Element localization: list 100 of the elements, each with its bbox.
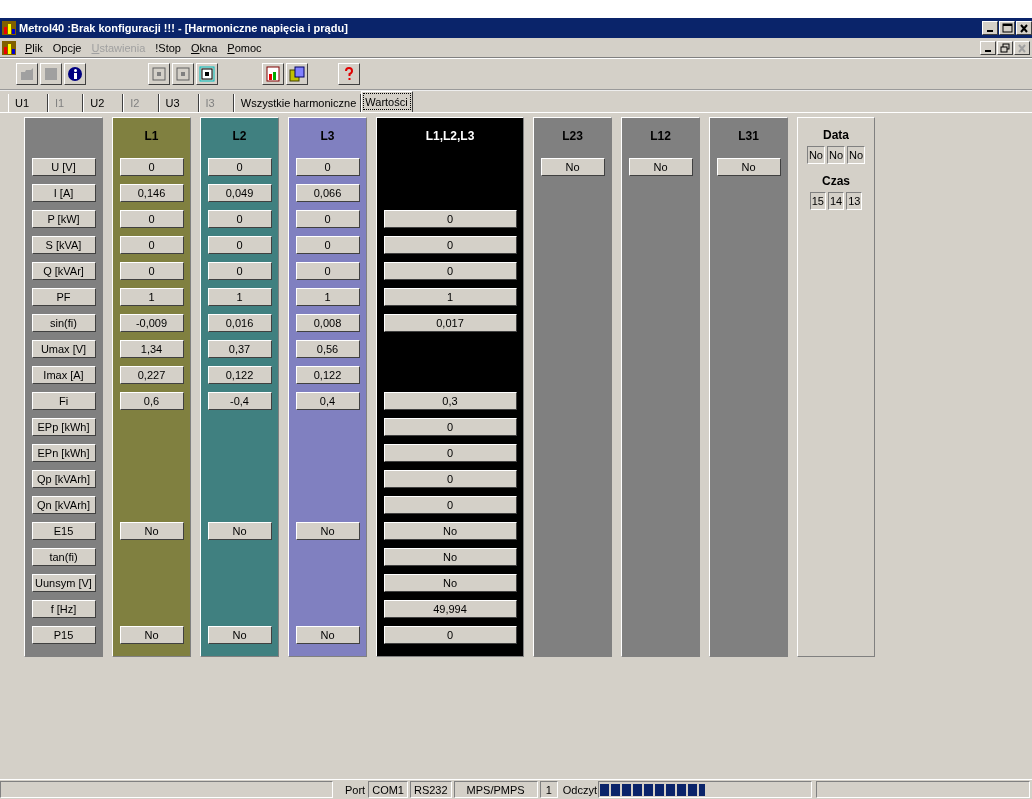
toolbar-button[interactable]: [16, 63, 38, 85]
value-field: 0: [383, 262, 517, 280]
value-field: 0,008: [295, 314, 360, 332]
value-field: -0,009: [119, 314, 184, 332]
value-field: No: [207, 522, 272, 540]
column-header: L31: [737, 128, 760, 145]
value-field: 14: [827, 192, 845, 210]
value-field: 0,017: [383, 314, 517, 332]
document-icon: [289, 66, 305, 82]
value-field: 1: [207, 288, 272, 306]
value-field: No: [295, 626, 360, 644]
row-label: PF: [31, 288, 96, 306]
value-field: 0: [383, 210, 517, 228]
value-field: 0,6: [119, 392, 184, 410]
value-field: 0: [295, 158, 360, 176]
frame-icon: [175, 66, 191, 82]
maximize-icon: [1001, 23, 1013, 33]
folder-icon: [19, 66, 35, 82]
menu-item[interactable]: !Stop: [150, 41, 186, 54]
row-label: Imax [A]: [31, 366, 96, 384]
info-icon: [67, 66, 83, 82]
row-label: Q [kVAr]: [31, 262, 96, 280]
value-field: 0: [295, 210, 360, 228]
menu-item[interactable]: Plik: [20, 41, 48, 54]
restore-button[interactable]: [997, 40, 1013, 55]
row-label: P [kW]: [31, 210, 96, 228]
toolbar-button[interactable]: [338, 63, 360, 85]
column-header: L1,L2,L3: [424, 128, 476, 145]
value-field: 0,3: [383, 392, 517, 410]
tab[interactable]: Wartości: [361, 91, 413, 112]
panel-label: Data: [823, 127, 849, 144]
value-field: No: [383, 522, 517, 540]
row-label: U [V]: [31, 158, 96, 176]
window-title: Metrol40 :Brak konfiguracji !!! - [Harmoniczne napięcia i prądu]: [19, 22, 349, 34]
toolbar-button[interactable]: [64, 63, 86, 85]
row-label: f [Hz]: [31, 600, 96, 618]
value-field: No: [383, 574, 517, 592]
menu-item[interactable]: Okna: [186, 41, 223, 54]
status-panel: COM1: [368, 781, 408, 798]
minimize-button[interactable]: [982, 21, 998, 35]
value-field: 1: [295, 288, 360, 306]
row-label: EPp [kWh]: [31, 418, 96, 436]
value-field: 1,34: [119, 340, 184, 358]
minimize-button[interactable]: [980, 40, 996, 55]
value-field: 0: [207, 262, 272, 280]
value-field: No: [295, 522, 360, 540]
value-field: 0,049: [207, 184, 272, 202]
toolbar-button[interactable]: [172, 63, 194, 85]
tab[interactable]: U2: [83, 94, 124, 112]
toolbar-button[interactable]: [196, 63, 218, 85]
toolbar-button[interactable]: [148, 63, 170, 85]
row-label: sin(fi): [31, 314, 96, 332]
status-label: Port: [344, 782, 367, 798]
value-field: 1: [383, 288, 517, 306]
value-field: 0,016: [207, 314, 272, 332]
value-field: 0: [383, 626, 517, 644]
value-field: 0: [119, 262, 184, 280]
value-field: 0: [119, 236, 184, 254]
value-field: 0: [383, 470, 517, 488]
menu-item[interactable]: Pomoc: [222, 41, 267, 54]
value-field: 0: [207, 158, 272, 176]
toolbar-button[interactable]: [262, 63, 284, 85]
value-field: No: [540, 158, 605, 176]
row-label: E15: [31, 522, 96, 540]
value-field: 49,994: [383, 600, 517, 618]
status-panel: RS232: [409, 781, 452, 798]
tab[interactable]: Wszystkie harmoniczne: [233, 94, 362, 112]
value-field: 0,56: [295, 340, 360, 358]
frame-icon: [151, 66, 167, 82]
column-header: L12: [649, 128, 672, 145]
value-field: No: [826, 146, 846, 164]
row-label: Uunsym [V]: [31, 574, 96, 592]
toolbar-button[interactable]: [286, 63, 308, 85]
maximize-button[interactable]: [999, 21, 1015, 35]
panel-label: Czas: [822, 173, 850, 190]
close-button[interactable]: [1014, 40, 1030, 55]
status-panel: 1: [539, 781, 558, 798]
menu-item[interactable]: Opcje: [47, 41, 87, 54]
close-button[interactable]: [1016, 21, 1032, 35]
tab[interactable]: U3: [158, 94, 199, 112]
value-field: No: [119, 522, 184, 540]
app-icon[interactable]: [2, 40, 16, 55]
value-field: 0: [119, 210, 184, 228]
value-field: 0,122: [295, 366, 360, 384]
toolbar-button[interactable]: [40, 63, 62, 85]
value-field: 0,37: [207, 340, 272, 358]
value-field: 15: [809, 192, 826, 210]
stop-icon: [199, 66, 215, 82]
document-icon: [265, 66, 281, 82]
column-header: L23: [561, 128, 584, 145]
tab[interactable]: U1: [8, 94, 49, 112]
row-label: Qp [kVArh]: [31, 470, 96, 488]
row-label: Umax [V]: [31, 340, 96, 358]
square-icon: [43, 66, 59, 82]
status-panel: MPS/PMPS: [453, 781, 538, 798]
value-field: 0,146: [119, 184, 184, 202]
status-label: Odczyt: [561, 782, 599, 798]
row-label: Qn [kVArh]: [31, 496, 96, 514]
row-label: I [A]: [31, 184, 96, 202]
value-field: 0,227: [119, 366, 184, 384]
